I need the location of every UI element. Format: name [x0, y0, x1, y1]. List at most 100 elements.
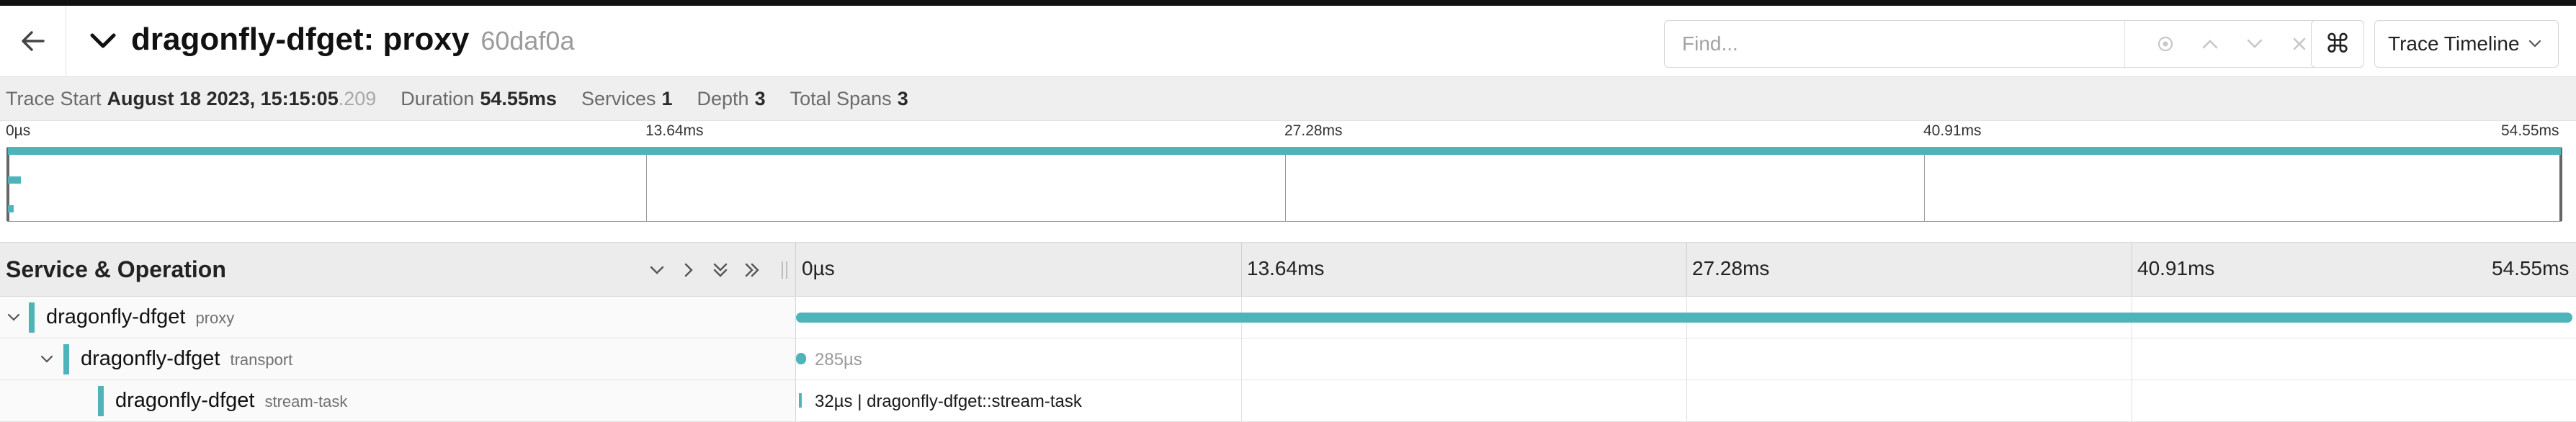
- span-collapse-toggle[interactable]: [36, 349, 58, 370]
- minimap-tick: 40.91ms: [1923, 122, 1982, 139]
- timeline-tick: 0µs: [802, 257, 835, 279]
- expand-all-button[interactable]: [736, 256, 768, 284]
- span-row-timeline[interactable]: 285µs: [795, 338, 2576, 380]
- command-icon: ⌘: [2325, 29, 2351, 58]
- collapse-controls: [641, 256, 768, 284]
- span-bar[interactable]: [796, 313, 2572, 323]
- span-duration-label: 32µs | dragonfly-dfget::stream-task: [815, 392, 1082, 411]
- span-row-label[interactable]: dragonfly-dfget stream-task: [0, 380, 795, 421]
- find-divider: [2124, 21, 2125, 67]
- service-name: dragonfly-dfget: [115, 389, 255, 412]
- service-name: dragonfly-dfget: [46, 305, 186, 328]
- span-service-name[interactable]: dragonfly-dfget proxy: [46, 305, 234, 329]
- collapse-all-button[interactable]: [705, 256, 736, 284]
- service-color-marker: [98, 386, 104, 416]
- chevron-down-icon: [90, 33, 116, 48]
- duration-label: Duration: [401, 87, 475, 109]
- chevron-down-icon: [7, 313, 20, 321]
- span-row[interactable]: dragonfly-dfget transport 285µs: [0, 338, 2576, 380]
- trace-total-spans: Total Spans 3: [790, 88, 908, 110]
- find-next-button[interactable]: [2232, 21, 2277, 67]
- timeline-gridline: [1241, 338, 1242, 380]
- span-row-label[interactable]: dragonfly-dfget transport: [0, 338, 795, 380]
- duration-value: 54.55ms: [480, 87, 557, 109]
- chevron-down-icon: [650, 266, 664, 274]
- service-color-marker: [63, 344, 69, 374]
- span-row-timeline[interactable]: 32µs | dragonfly-dfget::stream-task: [795, 380, 2576, 421]
- timeline-gridline: [1241, 380, 1242, 421]
- service-operation-header: Service & Operation: [0, 243, 795, 296]
- top-accent-bar: [0, 0, 2576, 6]
- span-service-name[interactable]: dragonfly-dfget transport: [81, 347, 292, 371]
- trace-services: Services 1: [581, 88, 673, 110]
- trace-header: dragonfly-dfget: proxy 60daf0a ⌘ Trace T…: [0, 6, 2576, 76]
- minimap-tick: 13.64ms: [645, 122, 704, 139]
- span-row-label[interactable]: dragonfly-dfget proxy: [0, 297, 795, 338]
- back-button[interactable]: [0, 6, 66, 76]
- minimap-gridline: [1924, 148, 1925, 221]
- minimap-span-bar: [8, 148, 2561, 155]
- operation-name: proxy: [195, 309, 235, 327]
- chevron-up-icon: [2202, 40, 2218, 49]
- span-bar[interactable]: [796, 353, 806, 364]
- total-spans-value: 3: [897, 87, 908, 109]
- trace-collapse-toggle[interactable]: [85, 22, 121, 60]
- collapse-one-button[interactable]: [641, 256, 673, 284]
- timeline-gridline: [1686, 338, 1687, 380]
- view-selector[interactable]: Trace Timeline: [2374, 20, 2559, 68]
- trace-start-label: Trace Start: [6, 87, 102, 109]
- span-rows: dragonfly-dfget proxy dragonfly-dfget tran…: [0, 297, 2576, 422]
- services-label: Services: [581, 87, 656, 109]
- chevron-right-icon: [684, 263, 693, 277]
- minimap-span-bar: [8, 176, 21, 184]
- minimap-tick: 54.55ms: [2501, 122, 2559, 139]
- timeline-gridline: [1686, 380, 1687, 421]
- minimap-gridline: [646, 148, 647, 221]
- chevron-down-icon: [2247, 39, 2263, 48]
- trace-title-name: dragonfly-dfget: proxy: [131, 22, 470, 57]
- span-collapse-toggle[interactable]: [3, 307, 24, 328]
- column-resizer[interactable]: [779, 256, 790, 284]
- minimap-gridline: [1285, 148, 1286, 221]
- span-duration-label: 285µs: [815, 350, 862, 369]
- timeline-header: Service & Operation 0µs 13.64ms 27.28ms …: [0, 242, 2576, 297]
- services-value: 1: [661, 87, 673, 109]
- service-operation-title: Service & Operation: [6, 256, 226, 282]
- minimap-canvas[interactable]: [6, 147, 2562, 222]
- trace-id: 60daf0a: [480, 26, 575, 55]
- minimap-handle-right[interactable]: [2559, 148, 2562, 221]
- minimap-tick: 0µs: [6, 122, 31, 139]
- double-chevron-right-icon: [745, 263, 759, 277]
- operation-name: stream-task: [264, 392, 348, 410]
- trace-start-ms: .209: [338, 87, 377, 109]
- trace-duration: Duration 54.55ms: [401, 88, 557, 110]
- trace-depth: Depth 3: [697, 88, 766, 110]
- find-box: [1664, 20, 2334, 68]
- service-name: dragonfly-dfget: [81, 347, 220, 370]
- view-selector-label: Trace Timeline: [2388, 32, 2520, 55]
- total-spans-label: Total Spans: [790, 87, 892, 109]
- span-service-name[interactable]: dragonfly-dfget stream-task: [115, 389, 347, 413]
- trace-minimap[interactable]: 0µs 13.64ms 27.28ms 40.91ms 54.55ms: [0, 121, 2576, 230]
- find-locate-button[interactable]: [2143, 21, 2188, 67]
- span-row[interactable]: dragonfly-dfget stream-task 32µs | dragon…: [0, 380, 2576, 422]
- depth-label: Depth: [697, 87, 749, 109]
- service-color-marker: [29, 302, 35, 333]
- span-row[interactable]: dragonfly-dfget proxy: [0, 297, 2576, 338]
- timeline-ticks-header: 0µs 13.64ms 27.28ms 40.91ms 54.55ms: [795, 243, 2576, 296]
- trace-title: dragonfly-dfget: proxy 60daf0a: [131, 22, 574, 60]
- minimap-tick: 27.28ms: [1284, 122, 1343, 139]
- find-input[interactable]: [1665, 21, 2123, 67]
- operation-name: transport: [230, 351, 293, 369]
- timeline-tick: 13.64ms: [1247, 257, 1325, 279]
- span-bar[interactable]: [799, 393, 802, 408]
- find-prev-button[interactable]: [2188, 21, 2232, 67]
- timeline-tick-line: [1241, 243, 1242, 296]
- expand-one-button[interactable]: [673, 256, 705, 284]
- double-chevron-down-icon: [713, 263, 728, 277]
- timeline-tick: 40.91ms: [2137, 257, 2215, 279]
- keyboard-shortcuts-button[interactable]: ⌘: [2311, 20, 2364, 68]
- span-row-timeline[interactable]: [795, 297, 2576, 338]
- depth-value: 3: [754, 87, 766, 109]
- trace-summary-bar: Trace Start August 18 2023, 15:15:05.209 …: [0, 76, 2576, 121]
